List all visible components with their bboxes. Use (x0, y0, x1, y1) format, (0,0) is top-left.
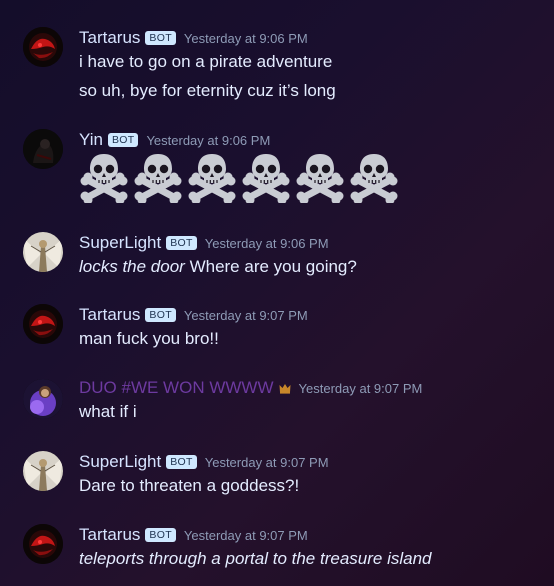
message-header: Tartarus BOT Yesterday at 9:07 PM (79, 304, 308, 326)
message-text: i have to go on a pirate adventure (79, 52, 333, 71)
avatar[interactable] (23, 304, 63, 344)
avatar[interactable] (23, 524, 63, 564)
message-text: man fuck you bro!! (79, 329, 219, 348)
username[interactable]: Tartarus (79, 524, 140, 546)
timestamp[interactable]: Yesterday at 9:07 PM (184, 528, 308, 543)
italic-action: teleports through a portal to the treasu… (79, 549, 432, 568)
message-text: so uh, bye for eternity cuz it’s long (79, 81, 336, 100)
bot-badge: BOT (107, 133, 139, 147)
username[interactable]: SuperLight (79, 232, 161, 254)
username[interactable]: SuperLight (79, 451, 161, 473)
bot-badge: BOT (145, 31, 176, 45)
message-group: Tartarus BOT Yesterday at 9:06 PM i have… (0, 27, 554, 107)
avatar[interactable] (23, 451, 63, 491)
message-group: Tartarus BOT Yesterday at 9:07 PM man fu… (0, 304, 554, 352)
skull-and-crossbones-icon[interactable] (349, 151, 399, 203)
message-text-plain: Where are you going? (184, 257, 357, 276)
username[interactable]: Tartarus (79, 27, 140, 49)
bot-badge: BOT (166, 236, 197, 250)
message-text: locks the door Where are you going? (79, 256, 357, 278)
timestamp[interactable]: Yesterday at 9:06 PM (184, 31, 308, 46)
message-header: Tartarus BOT Yesterday at 9:06 PM (79, 27, 308, 49)
message-header: Tartarus BOT Yesterday at 9:07 PM (79, 524, 308, 546)
message-group: Tartarus BOT Yesterday at 9:07 PM telepo… (0, 524, 554, 572)
avatar[interactable] (23, 379, 63, 419)
timestamp[interactable]: Yesterday at 9:07 PM (299, 381, 423, 396)
skull-and-crossbones-icon[interactable] (79, 151, 129, 203)
username[interactable]: Yin (79, 129, 103, 151)
avatar[interactable] (23, 27, 63, 67)
bot-badge: BOT (145, 308, 176, 322)
message-header: DUO #WE WON WWWW Yesterday at 9:07 PM (79, 377, 422, 399)
timestamp[interactable]: Yesterday at 9:07 PM (205, 455, 329, 470)
timestamp[interactable]: Yesterday at 9:07 PM (184, 308, 308, 323)
italic-action: locks the door (79, 257, 185, 276)
skull-and-crossbones-icon[interactable] (295, 151, 345, 203)
message-header: SuperLight BOT Yesterday at 9:06 PM (79, 232, 329, 254)
username[interactable]: Tartarus (79, 304, 140, 326)
message-text: Dare to threaten a goddess?! (79, 476, 300, 495)
bot-badge: BOT (166, 455, 197, 469)
crown-icon (279, 383, 291, 394)
message-header: Yin BOT Yesterday at 9:06 PM (79, 129, 270, 151)
bot-badge: BOT (145, 528, 176, 542)
message-group: SuperLight BOT Yesterday at 9:07 PM Dare… (0, 451, 554, 499)
chat-message-list: Tartarus BOT Yesterday at 9:06 PM i have… (0, 0, 554, 586)
avatar[interactable] (23, 232, 63, 272)
message-group: SuperLight BOT Yesterday at 9:06 PM lock… (0, 232, 554, 280)
message-group: Yin BOT Yesterday at 9:06 PM (0, 129, 554, 209)
message-group: DUO #WE WON WWWW Yesterday at 9:07 PM wh… (0, 377, 554, 425)
skull-and-crossbones-icon[interactable] (241, 151, 291, 203)
skull-and-crossbones-icon[interactable] (133, 151, 183, 203)
avatar[interactable] (23, 129, 63, 169)
timestamp[interactable]: Yesterday at 9:06 PM (146, 133, 270, 148)
skull-and-crossbones-icon[interactable] (187, 151, 237, 203)
message-text: what if i (79, 402, 137, 421)
timestamp[interactable]: Yesterday at 9:06 PM (205, 236, 329, 251)
message-header: SuperLight BOT Yesterday at 9:07 PM (79, 451, 329, 473)
emoji-row (79, 151, 399, 203)
message-text: teleports through a portal to the treasu… (79, 548, 432, 570)
username[interactable]: DUO #WE WON WWWW (79, 377, 274, 399)
